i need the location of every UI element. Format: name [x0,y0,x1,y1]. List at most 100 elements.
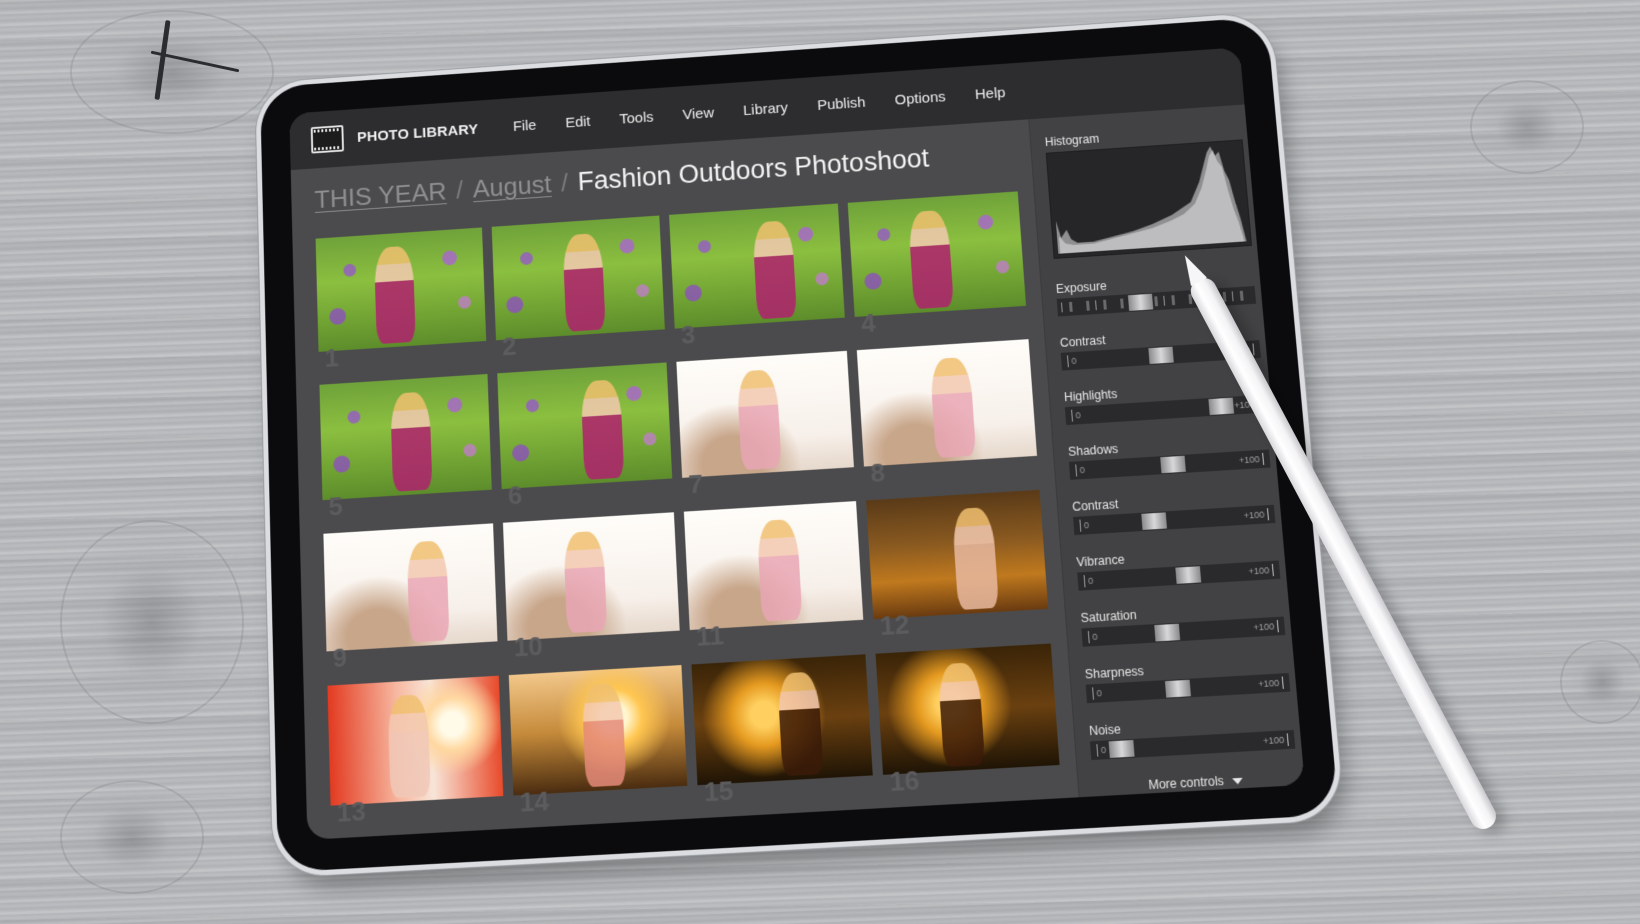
menu-edit[interactable]: Edit [565,113,591,131]
model-figure [907,209,954,310]
control-sharpness: Sharpness 0 +100 [1084,656,1291,704]
slider-min-label: 0 [1096,743,1107,757]
menu-tools[interactable]: Tools [619,109,654,127]
thumbnail-cell: 1 [315,227,487,373]
content-area: THIS YEAR / August / Fashion Outdoors Ph… [291,103,1305,840]
thumbnail-cell: 7 [676,350,855,499]
photo-thumbnail[interactable] [866,489,1049,620]
app-title: PHOTO LIBRARY [356,120,479,146]
photo-thumbnail[interactable] [497,362,673,490]
breadcrumb-this-year[interactable]: THIS YEAR [314,177,447,215]
photo-thumbnail[interactable] [676,350,854,478]
control-saturation: Saturation 0 +100 [1080,599,1286,647]
slider-min-label: 0 [1071,409,1082,422]
slider-thumb[interactable] [1127,293,1153,311]
thumbnail-number: 8 [869,457,886,489]
photo-thumbnail[interactable] [323,523,498,652]
model-figure [756,518,803,622]
breadcrumb-august[interactable]: August [472,169,552,204]
slider-min-label: 0 [1079,519,1090,532]
model-figure [581,682,627,788]
control-highlights: Highlights 0 +100 [1064,378,1266,426]
slider-max-label: +100 [1262,733,1289,748]
thumbnail-cell: 5 [319,373,492,522]
model-figure [937,662,986,768]
page-title: Fashion Outdoors Photoshoot [577,143,930,197]
thumbnail-number: 5 [328,491,344,522]
thumbnail-cell: 15 [691,654,874,808]
menu-help[interactable]: Help [974,84,1006,102]
app-window: PHOTO LIBRARY File Edit Tools View Libra… [289,47,1305,840]
control-shadows: Shadows 0 +100 [1068,432,1271,480]
histogram [1045,139,1253,259]
photo-thumbnail[interactable] [327,675,504,806]
slider-min-label: 0 [1075,463,1086,477]
slider-thumb[interactable] [1160,455,1187,474]
wood-knot [1560,640,1640,724]
photo-thumbnail[interactable] [683,501,864,631]
slider-thumb[interactable] [1141,512,1167,530]
slider-min-label: 0 [1087,630,1098,644]
menu-publish[interactable]: Publish [817,94,866,113]
thumbnail-cell: 16 [875,643,1062,798]
more-controls-button[interactable]: More controls [1093,769,1299,795]
photo-thumbnail[interactable] [508,665,688,796]
thumbnail-number: 12 [878,608,911,642]
slider-max-label: +100 [1247,563,1274,578]
wood-knot [60,780,204,894]
photo-thumbnail[interactable] [669,203,845,329]
slider-thumb[interactable] [1175,566,1202,584]
menu-library[interactable]: Library [743,99,789,118]
photo-thumbnail[interactable] [856,339,1038,467]
thumbnail-number: 1 [324,342,340,373]
histogram-graph [1051,144,1247,254]
photo-thumbnail[interactable] [875,643,1060,775]
thumbnail-cell: 6 [497,362,673,510]
wood-knot [70,10,274,134]
photo-thumbnail[interactable] [491,215,665,341]
slider-thumb[interactable] [1147,346,1174,365]
thumbnail-number: 9 [332,642,348,674]
slider-thumb[interactable] [1153,623,1180,642]
slider-thumb[interactable] [1164,679,1191,698]
slider-max-label: +100 [1252,619,1279,634]
histogram-channel [1053,148,1245,254]
model-figure [406,540,450,643]
model-figure [390,391,433,492]
photo-thumbnail[interactable] [319,373,492,501]
slider-thumb[interactable] [1208,397,1234,416]
thumbnail-cell: 9 [323,523,498,674]
photo-thumbnail[interactable] [691,654,873,786]
photo-thumbnail[interactable] [315,227,487,352]
model-figure [777,671,824,777]
adjustment-controls: ExposureContrast0+100Highlights0+100Shad… [1055,269,1296,761]
thumbnail-cell: 13 [327,675,504,828]
thumbnail-number: 15 [703,774,735,808]
library-view: THIS YEAR / August / Fashion Outdoors Ph… [291,119,1079,839]
thumbnail-number: 6 [507,479,523,511]
menu-view[interactable]: View [682,104,714,122]
menu-file[interactable]: File [513,117,537,135]
model-figure [562,232,606,332]
slider-thumb[interactable] [1108,740,1135,759]
model-figure [736,369,782,471]
slider-max-label: +100 [1238,452,1265,467]
slider-min-label: 0 [1066,354,1077,368]
model-figure [563,530,608,634]
thumbnail-grid: 1 2 3 4 5 6 7 8 9 10 11 12 13 14 15 16 [315,191,1062,828]
thumbnail-number: 13 [336,795,367,828]
model-figure [580,379,625,480]
film-strip-icon [310,125,345,154]
menu-options[interactable]: Options [894,88,946,108]
wood-knot [60,520,244,724]
thumbnail-number: 3 [680,319,697,350]
tablet-device: PHOTO LIBRARY File Edit Tools View Libra… [260,16,1339,873]
photo-thumbnail[interactable] [847,191,1027,317]
photo-thumbnail[interactable] [502,512,680,641]
model-figure [929,356,977,459]
model-figure [951,506,1000,611]
thumbnail-number: 16 [888,764,921,798]
model-figure [373,245,416,345]
control-vibrance: Vibrance 0 +100 [1076,543,1281,591]
wood-knot [1470,80,1584,174]
